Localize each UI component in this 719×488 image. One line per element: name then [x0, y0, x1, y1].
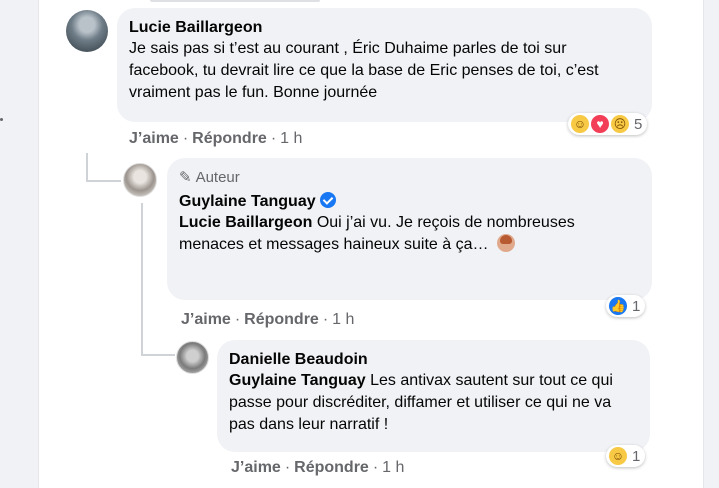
reply-link[interactable]: Répondre	[244, 311, 319, 329]
reply-link[interactable]: Répondre	[294, 459, 369, 477]
mention-link[interactable]: Guylaine Tanguay	[229, 372, 366, 389]
timestamp[interactable]: 1 h	[280, 130, 302, 148]
comment-text: Lucie Baillargeon Oui j’ai vu. Je reçois…	[179, 212, 640, 256]
separator: ·	[372, 459, 379, 476]
like-link[interactable]: J’aime	[181, 311, 231, 329]
haha-reaction-icon: ☺	[609, 447, 627, 465]
page-dot	[0, 118, 3, 121]
comment-actions-danielle: J’aime · Répondre · 1 h	[231, 459, 404, 477]
pencil-icon: ✎	[179, 169, 192, 186]
comment-bubble-guylaine: ✎ Auteur Guylaine Tanguay Lucie Baillarg…	[167, 158, 652, 300]
commenter-name-text[interactable]: Guylaine Tanguay	[179, 193, 316, 210]
mention-link[interactable]: Lucie Baillargeon	[179, 214, 312, 231]
comment-actions-lucie: J’aime · Répondre · 1 h	[129, 130, 302, 148]
reply-link[interactable]: Répondre	[192, 130, 267, 148]
thread-line-reply-branch	[141, 354, 175, 356]
commenter-name[interactable]: Lucie Baillargeon	[129, 17, 640, 38]
clipped-comment-fragment	[150, 0, 320, 2]
haha-reaction-icon: ☺	[571, 115, 589, 133]
like-link[interactable]: J’aime	[231, 459, 281, 477]
comment-bubble-danielle: Danielle Beaudoin Guylaine Tanguay Les a…	[217, 340, 650, 452]
timestamp[interactable]: 1 h	[382, 459, 404, 477]
separator: ·	[182, 130, 189, 147]
verified-badge-icon	[319, 192, 336, 208]
reaction-summary-danielle[interactable]: ☺ 1	[606, 445, 646, 467]
comment-text: Je sais pas si t’est au courant , Éric D…	[129, 40, 599, 101]
separator: ·	[284, 459, 291, 476]
commenter-name[interactable]: Guylaine Tanguay	[179, 191, 640, 212]
facepalm-emoji-icon	[496, 234, 515, 252]
timestamp[interactable]: 1 h	[332, 311, 354, 329]
reaction-count: 1	[632, 297, 641, 315]
avatar-lucie-baillargeon[interactable]	[66, 10, 108, 52]
like-link[interactable]: J’aime	[129, 130, 179, 148]
reaction-summary-guylaine[interactable]: 👍 1	[606, 295, 646, 317]
comment-actions-guylaine: J’aime · Répondre · 1 h	[181, 311, 354, 329]
separator: ·	[270, 130, 277, 147]
thread-line-main	[86, 153, 88, 181]
comment-thread-page: Lucie Baillargeon Je sais pas si t’est a…	[0, 0, 719, 488]
commenter-name[interactable]: Danielle Beaudoin	[229, 349, 638, 370]
author-badge: ✎ Auteur	[179, 167, 640, 189]
avatar-danielle-beaudoin[interactable]	[176, 341, 209, 374]
separator: ·	[234, 311, 241, 328]
separator: ·	[322, 311, 329, 328]
sad-reaction-icon: ☹	[611, 115, 629, 133]
like-reaction-icon: 👍	[609, 297, 627, 315]
love-reaction-icon: ♥	[591, 115, 609, 133]
reaction-count: 1	[632, 447, 641, 465]
thread-line-reply	[141, 203, 143, 355]
avatar-guylaine-tanguay[interactable]	[123, 163, 157, 197]
reaction-count: 5	[634, 115, 643, 133]
thread-line-main-branch	[86, 180, 121, 182]
author-label: Auteur	[195, 169, 240, 186]
comment-text: Guylaine Tanguay Les antivax sautent sur…	[229, 370, 638, 436]
reaction-summary-lucie[interactable]: ☺ ♥ ☹ 5	[568, 113, 648, 135]
comment-bubble-lucie: Lucie Baillargeon Je sais pas si t’est a…	[117, 8, 652, 122]
